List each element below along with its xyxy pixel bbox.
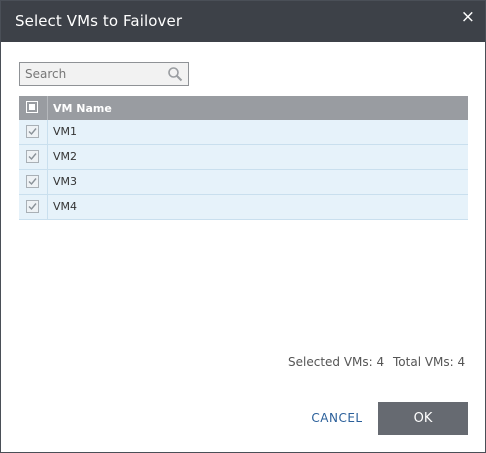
vm-name-cell: VM1: [53, 125, 78, 138]
row-checkbox[interactable]: [26, 150, 39, 163]
close-icon[interactable]: ×: [461, 7, 475, 27]
select-vms-dialog: Select VMs to Failover × VM Name VM1: [0, 0, 486, 453]
row-check-cell: [19, 170, 48, 194]
grid-header: VM Name: [19, 96, 468, 120]
row-checkbox[interactable]: [26, 200, 39, 213]
search-input[interactable]: [20, 63, 165, 85]
dialog-titlebar: Select VMs to Failover ×: [1, 1, 485, 42]
vm-name-cell: VM3: [53, 175, 78, 188]
search-box[interactable]: [19, 62, 189, 86]
table-row[interactable]: VM4: [19, 195, 468, 220]
vm-grid: VM Name VM1 VM2 VM3 VM4: [19, 96, 468, 220]
row-check-cell: [19, 195, 48, 219]
vm-name-cell: VM4: [53, 200, 78, 213]
row-checkbox[interactable]: [26, 125, 39, 138]
row-check-cell: [19, 120, 48, 144]
total-vms-count: Total VMs: 4: [393, 355, 466, 369]
check-icon: [28, 178, 37, 186]
column-header-vm-name[interactable]: VM Name: [53, 102, 112, 115]
ok-button[interactable]: OK: [378, 402, 468, 435]
selected-vms-count: Selected VMs: 4: [288, 355, 385, 369]
check-icon: [28, 128, 37, 136]
header-check-cell: [19, 96, 48, 120]
row-check-cell: [19, 145, 48, 169]
vm-name-cell: VM2: [53, 150, 78, 163]
select-all-checkbox[interactable]: [26, 101, 38, 113]
check-icon: [28, 153, 37, 161]
dialog-title: Select VMs to Failover: [15, 12, 183, 30]
table-row[interactable]: VM2: [19, 145, 468, 170]
table-row[interactable]: VM1: [19, 120, 468, 145]
table-row[interactable]: VM3: [19, 170, 468, 195]
row-checkbox[interactable]: [26, 175, 39, 188]
check-icon: [28, 203, 37, 211]
search-icon[interactable]: [167, 66, 183, 82]
cancel-button[interactable]: CANCEL: [305, 402, 369, 434]
